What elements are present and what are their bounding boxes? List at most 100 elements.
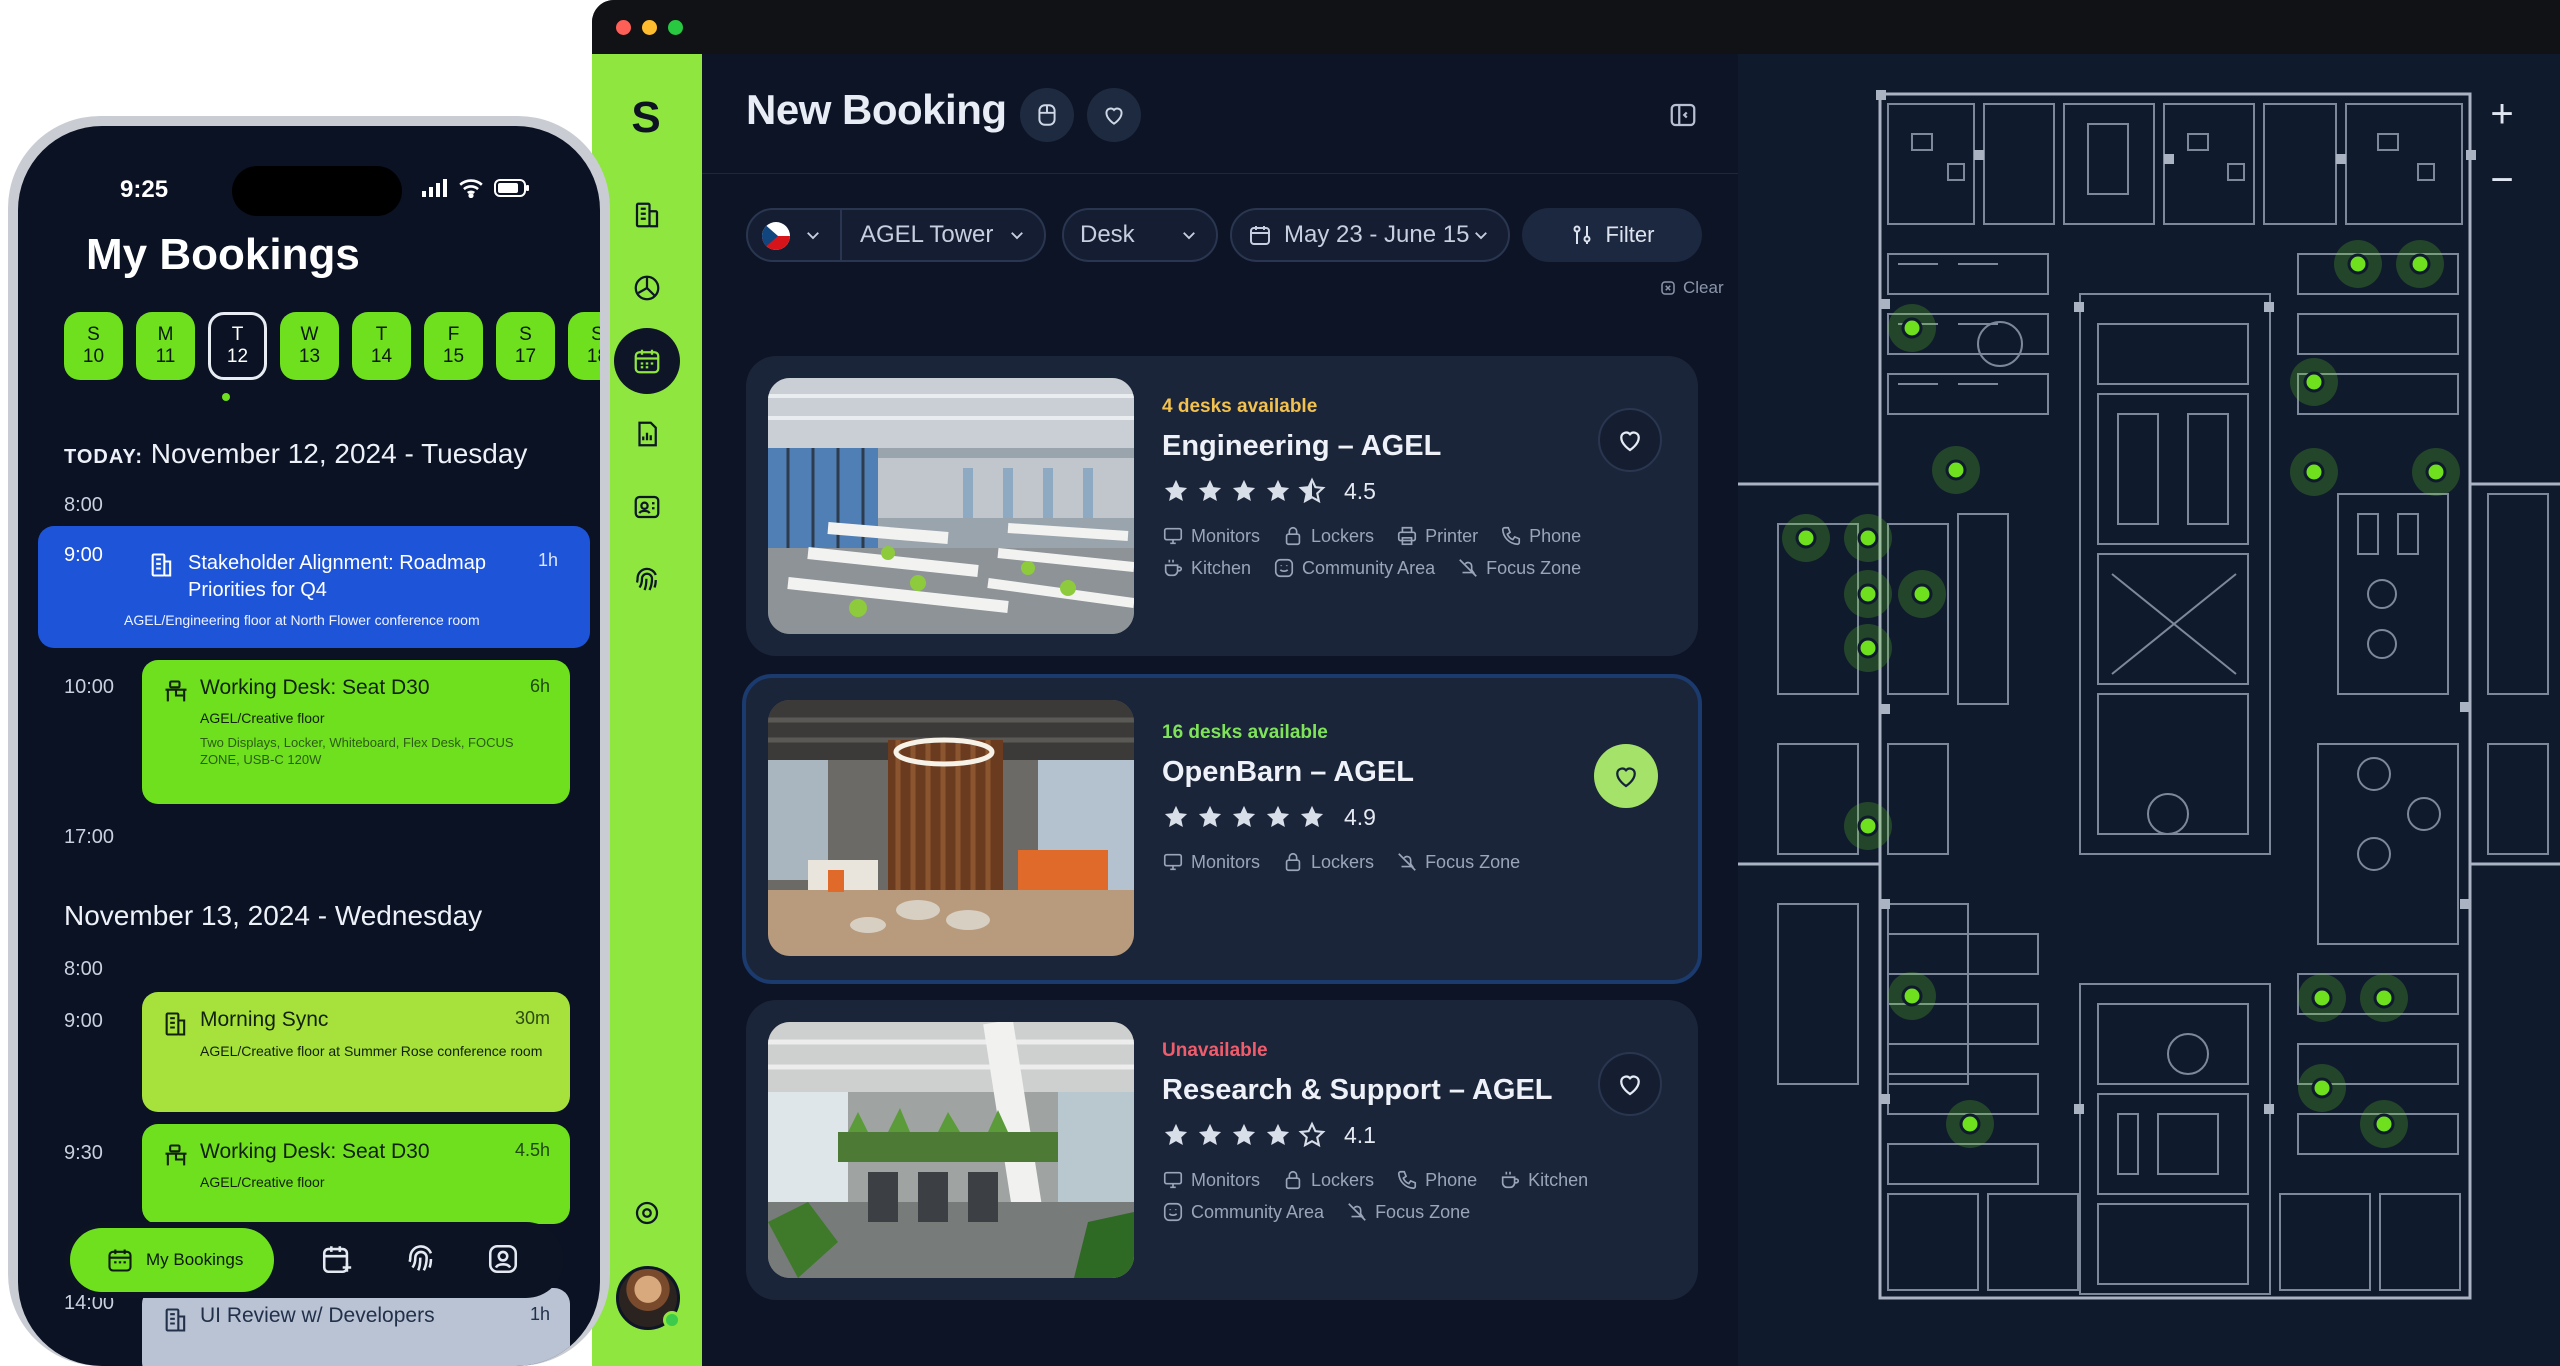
calendar-add-icon[interactable] xyxy=(320,1242,354,1276)
bell-off-icon xyxy=(1348,1203,1366,1221)
coffee-icon xyxy=(1164,559,1183,577)
bell-off-icon xyxy=(1459,559,1477,577)
rating-value: 4.1 xyxy=(1344,1121,1376,1148)
fingerprint-icon[interactable] xyxy=(404,1242,438,1276)
amenity-focus-zone: Focus Zone xyxy=(1346,1201,1470,1223)
day-chip-selected[interactable]: T 12 xyxy=(208,312,267,380)
sidebar-buildings-icon[interactable] xyxy=(614,182,680,248)
online-status-indicator xyxy=(663,1311,681,1329)
amenity-kitchen: Kitchen xyxy=(1162,557,1251,579)
space-type-value: Desk xyxy=(1080,221,1135,248)
phone-screen: 9:25 My Bookings S 10 M 11 T 12 W 13 T 14 F 15… xyxy=(18,126,600,1366)
wifi-icon xyxy=(459,179,483,198)
amenities-list: Monitors Lockers Focus Zone xyxy=(1162,851,1682,873)
sidebar-settings-icon[interactable] xyxy=(614,1180,680,1246)
day-chip[interactable]: S 10 xyxy=(64,312,123,380)
maximize-window-button[interactable] xyxy=(668,20,683,35)
building-select[interactable]: AGEL Tower xyxy=(840,208,1046,262)
sidebar-contacts-icon[interactable] xyxy=(614,474,680,540)
close-window-button[interactable] xyxy=(616,20,631,35)
day-chip[interactable]: W 13 xyxy=(280,312,339,380)
amenity-phone: Phone xyxy=(1500,525,1581,547)
day-chip[interactable]: M 11 xyxy=(136,312,195,380)
time-label: 9:00 xyxy=(64,1010,103,1032)
zoom-out-button[interactable]: − xyxy=(2480,158,2524,202)
listing-card[interactable]: 4 desks available Engineering – AGEL 4.5… xyxy=(746,356,1698,656)
floor-plan-map[interactable]: + − xyxy=(1738,54,2560,1366)
event-duration: 30m xyxy=(514,1008,550,1028)
dynamic-island xyxy=(232,166,402,216)
favorites-button[interactable] xyxy=(1087,88,1141,142)
day-chip[interactable]: S18 xyxy=(568,312,600,380)
availability-label: Unavailable xyxy=(1162,1040,1268,1061)
event-card-meeting[interactable]: Morning Sync 30m AGEL/Creative floor at … xyxy=(142,992,570,1112)
event-duration: 6h xyxy=(529,676,550,696)
lock-icon xyxy=(1285,526,1301,546)
event-title: UI Review w/ Developers xyxy=(200,1304,435,1327)
event-card-meeting[interactable]: UI Review w/ Developers 1h xyxy=(142,1288,570,1366)
sliders-icon xyxy=(1573,225,1591,244)
event-card-desk[interactable]: Working Desk: Seat D30 4.5h AGEL/Creativ… xyxy=(142,1124,570,1224)
event-title: Working Desk: Seat D30 xyxy=(200,1140,430,1163)
calendar-icon xyxy=(108,1249,132,1272)
chevron-down-icon xyxy=(1183,232,1195,240)
event-location: AGEL/Creative floor at Summer Rose confe… xyxy=(200,1043,543,1059)
sidebar-calendar-icon[interactable] xyxy=(614,328,680,394)
amenity-community-area: Community Area xyxy=(1273,557,1435,579)
rating: 4.5 xyxy=(1162,477,1598,505)
clear-filters-label: Clear xyxy=(1683,278,1724,297)
favorite-toggle[interactable] xyxy=(1598,408,1662,472)
time-label: 9:00 xyxy=(64,544,103,566)
country-select[interactable] xyxy=(746,208,842,262)
bottom-navigation: My Bookings xyxy=(64,1222,564,1298)
date-heading-next: November 13, 2024 - Wednesday xyxy=(64,900,483,931)
day-chip[interactable]: T 14 xyxy=(352,312,411,380)
user-avatar[interactable] xyxy=(616,1266,681,1330)
collapse-panel-icon[interactable] xyxy=(1668,100,1698,130)
zoom-in-button[interactable]: + xyxy=(2480,92,2524,136)
event-location: AGEL/Engineering floor at North Flower c… xyxy=(124,612,480,628)
favorite-toggle[interactable] xyxy=(1598,1052,1662,1116)
sidebar-analytics-icon[interactable] xyxy=(614,255,680,321)
minimize-window-button[interactable] xyxy=(642,20,657,35)
clear-filters-link[interactable]: Clear xyxy=(1659,278,1724,298)
listing-photo xyxy=(768,700,1134,956)
printer-icon xyxy=(1397,526,1417,546)
event-location: AGEL/Creative floor xyxy=(200,710,325,726)
event-location: AGEL/Creative floor xyxy=(200,1174,325,1190)
monitor-icon xyxy=(1163,527,1183,545)
event-title: Morning Sync xyxy=(200,1008,329,1031)
star-icon xyxy=(1164,1123,1188,1146)
czech-flag-icon xyxy=(762,222,790,250)
filter-button[interactable]: Filter xyxy=(1522,208,1702,262)
nav-my-bookings[interactable]: My Bookings xyxy=(70,1228,274,1292)
close-square-icon xyxy=(1661,281,1675,295)
app-logo[interactable]: S xyxy=(616,88,676,148)
event-card-desk[interactable]: Working Desk: Seat D30 6h AGEL/Creative … xyxy=(142,660,570,804)
heart-icon xyxy=(1616,767,1636,788)
coffee-icon xyxy=(1501,1171,1520,1189)
phone-frame: 9:25 My Bookings S 10 M 11 T 12 W 13 T 14 F 15… xyxy=(8,116,610,1366)
favorite-toggle-active[interactable] xyxy=(1594,744,1658,808)
listing-card-selected[interactable]: 16 desks available OpenBarn – AGEL 4.9 M… xyxy=(742,674,1702,984)
event-card-meeting[interactable]: 9:00 Stakeholder Alignment: Roadmap Prio… xyxy=(38,526,590,648)
status-time: 9:25 xyxy=(120,176,169,203)
sidebar-reports-icon[interactable] xyxy=(614,401,680,467)
filter-button-label: Filter xyxy=(1605,222,1655,247)
time-label: 17:00 xyxy=(64,826,115,848)
smile-icon xyxy=(1163,1202,1183,1222)
page-header: New Booking xyxy=(702,54,1738,174)
amenity-community-area: Community Area xyxy=(1162,1201,1324,1223)
profile-icon[interactable] xyxy=(486,1242,520,1276)
chevron-down-icon xyxy=(1475,232,1487,240)
time-label: 9:30 xyxy=(64,1142,103,1164)
rating-value: 4.5 xyxy=(1344,477,1376,504)
day-chip[interactable]: S 17 xyxy=(496,312,555,380)
listing-card[interactable]: Unavailable Research & Support – AGEL 4.… xyxy=(746,1000,1698,1300)
select-area-button[interactable] xyxy=(1020,88,1074,142)
smile-icon xyxy=(1274,558,1294,578)
date-range-select[interactable]: May 23 - June 15 xyxy=(1230,208,1510,262)
space-type-select[interactable]: Desk xyxy=(1062,208,1218,262)
day-chip[interactable]: F 15 xyxy=(424,312,483,380)
sidebar-fingerprint-icon[interactable] xyxy=(614,547,680,613)
